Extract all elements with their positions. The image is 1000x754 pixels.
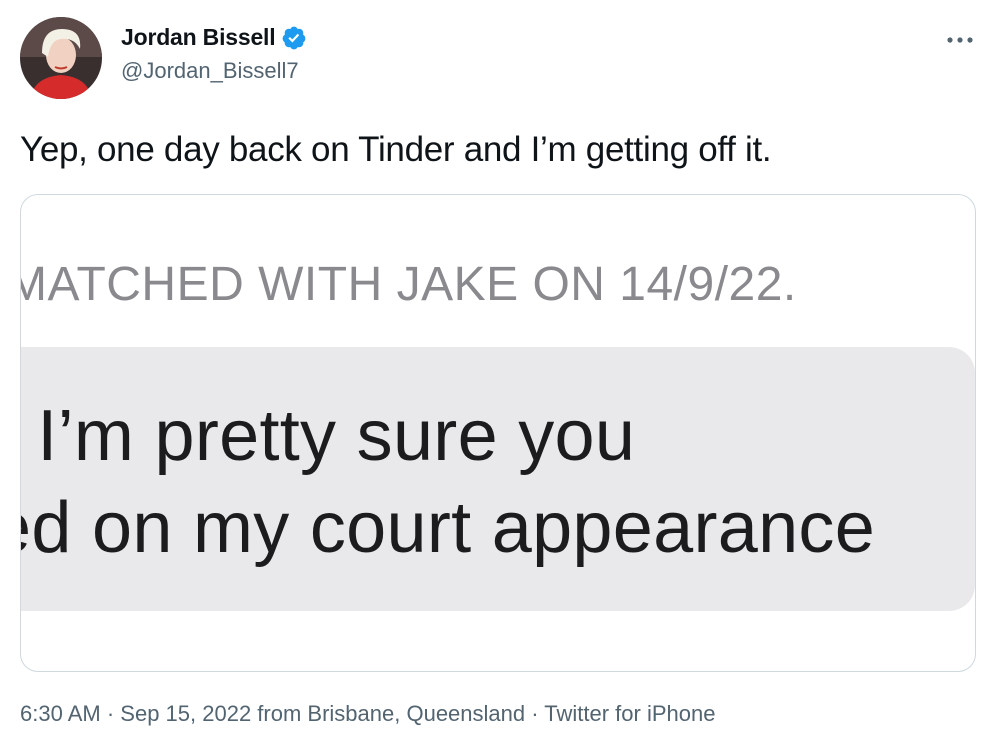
verified-badge-icon (281, 25, 307, 51)
author-handle[interactable]: @Jordan_Bissell7 (121, 58, 299, 84)
tweet-media-image[interactable]: MATCHED WITH JAKE ON 14/9/22. lI’m prett… (20, 194, 976, 672)
author-name-row[interactable]: Jordan Bissell (121, 24, 307, 51)
tweet-text: Yep, one day back on Tinder and I’m gett… (20, 130, 772, 169)
tweet-location[interactable]: Brisbane, Queensland (307, 701, 525, 726)
chat-message-line-2: ed on my court appearance (20, 488, 876, 568)
tweet-meta: 6:30 AM · Sep 15, 2022 from Brisbane, Qu… (20, 701, 715, 727)
avatar[interactable] (20, 17, 102, 99)
meta-separator: · (100, 701, 121, 726)
tweet-source[interactable]: Twitter for iPhone (544, 701, 715, 726)
tweet-time[interactable]: 6:30 AM (20, 701, 101, 726)
chat-matched-header: MATCHED WITH JAKE ON 14/9/22. (20, 258, 797, 311)
location-prefix: from (251, 701, 308, 726)
author-display-name[interactable]: Jordan Bissell (121, 24, 276, 51)
chat-message-bubble (21, 347, 975, 611)
chat-message-line-1: lI’m pretty sure you (21, 395, 636, 477)
tweet-date[interactable]: Sep 15, 2022 (120, 701, 251, 726)
chat-message-line-1-text: I’m pretty sure you (37, 396, 636, 476)
meta-separator: · (525, 701, 545, 726)
profile-photo-icon (20, 17, 102, 99)
more-options-icon[interactable] (944, 30, 976, 50)
